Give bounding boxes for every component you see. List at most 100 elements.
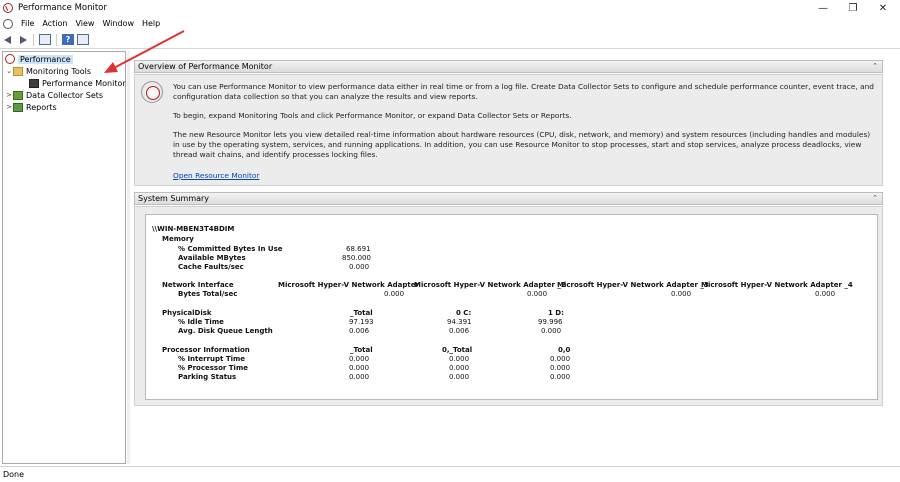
menu-window[interactable]: Window	[102, 19, 134, 28]
counter-value: 0.000	[550, 355, 571, 363]
overview-panel: You can use Performance Monitor to view …	[134, 74, 883, 186]
tree-item-monitoring-tools[interactable]: ⌄ Monitoring Tools	[5, 65, 91, 77]
counter-label: % Committed Bytes In Use	[178, 245, 283, 253]
collapse-icon[interactable]: ⌃	[871, 63, 879, 71]
tree-item-label: Performance Monitor	[42, 78, 126, 88]
chevron-right-icon[interactable]: >	[5, 103, 13, 111]
show-hide-tree-icon[interactable]	[39, 34, 51, 45]
toolbar: ?	[0, 31, 900, 49]
counter-value: 0.000	[349, 364, 370, 372]
counter-value: 0.000	[449, 373, 470, 381]
menu-action[interactable]: Action	[42, 19, 67, 28]
counter-label: % Idle Time	[178, 318, 224, 326]
counter-value: 0.000	[671, 290, 692, 298]
column-header: Microsoft Hyper-V Network Adapter	[278, 281, 419, 289]
menu-file[interactable]: File	[21, 19, 34, 28]
column-header: Microsoft Hyper-V Network Adapter _3	[557, 281, 709, 289]
system-summary-panel: \\WIN-MBEN3T4BDIM Memory % Committed Byt…	[134, 206, 883, 406]
data-collector-icon	[13, 90, 23, 100]
overview-paragraph: To begin, expand Monitoring Tools and cl…	[173, 111, 572, 120]
machine-name: \\WIN-MBEN3T4BDIM	[152, 225, 235, 233]
minimize-button[interactable]: —	[808, 0, 838, 16]
column-header: Microsoft Hyper-V Network Adapter _2	[414, 281, 566, 289]
system-menu-icon[interactable]	[3, 18, 13, 29]
counter-value: 0.000	[349, 263, 370, 271]
counter-label: % Interrupt Time	[178, 355, 246, 363]
counter-value: 97.193	[349, 318, 374, 326]
counter-label: % Processor Time	[178, 364, 248, 372]
column-header: _Total	[350, 309, 373, 317]
counter-value: 0.006	[449, 327, 470, 335]
system-summary-section-header[interactable]: System Summary ⌃	[134, 192, 883, 205]
navigation-tree: Performance ⌄ Monitoring Tools Performan…	[2, 51, 126, 464]
counter-value: 0.000	[815, 290, 836, 298]
collapse-icon[interactable]: ⌃	[871, 195, 879, 203]
counter-label: Cache Faults/sec	[178, 263, 244, 271]
system-summary-report: \\WIN-MBEN3T4BDIM Memory % Committed Byt…	[145, 214, 878, 400]
counter-label: Avg. Disk Queue Length	[178, 327, 273, 335]
counter-value: 0.000	[550, 364, 571, 372]
forward-arrow-icon[interactable]	[17, 34, 28, 45]
chevron-down-icon[interactable]: ⌄	[5, 67, 13, 75]
open-resource-monitor-link[interactable]: Open Resource Monitor	[173, 171, 259, 181]
tree-item-performance[interactable]: Performance	[5, 53, 73, 65]
counter-value: 0.000	[384, 290, 405, 298]
column-header: Microsoft Hyper-V Network Adapter _4	[701, 281, 853, 289]
overview-section-header[interactable]: Overview of Performance Monitor ⌃	[134, 60, 883, 73]
counter-value: 0.000	[349, 355, 370, 363]
counter-value: 0.006	[349, 327, 370, 335]
tree-item-label: Performance	[18, 54, 73, 64]
back-arrow-icon[interactable]	[3, 34, 14, 45]
network-title: Network Interface	[162, 281, 234, 289]
close-button[interactable]: ✕	[868, 0, 898, 16]
counter-label: Parking Status	[178, 373, 237, 381]
menu-help[interactable]: Help	[142, 19, 160, 28]
disk-title: PhysicalDisk	[162, 309, 212, 317]
toolbar-divider	[56, 33, 57, 46]
main-content: Overview of Performance Monitor ⌃ You ca…	[130, 51, 900, 464]
chevron-right-icon[interactable]: >	[5, 91, 13, 99]
restore-button[interactable]: ❐	[838, 0, 868, 16]
counter-value: 68.691	[346, 245, 371, 253]
performance-monitor-app-icon	[3, 3, 13, 13]
performance-icon	[5, 54, 15, 64]
counter-value: 0.000	[527, 290, 548, 298]
section-title: Overview of Performance Monitor	[138, 62, 273, 71]
overview-paragraph: The new Resource Monitor lets you view d…	[173, 130, 871, 159]
counter-value: 0.000	[550, 373, 571, 381]
column-header: _Total	[350, 346, 373, 354]
section-title: System Summary	[138, 194, 210, 203]
tree-item-performance-monitor[interactable]: Performance Monitor	[29, 77, 126, 89]
column-header: 1 D:	[548, 309, 564, 317]
overview-paragraph: You can use Performance Monitor to view …	[173, 82, 874, 101]
monitor-icon	[29, 78, 39, 88]
counter-value: 0.000	[349, 373, 370, 381]
menu-bar: File Action View Window Help	[0, 16, 900, 31]
toolbar-divider	[33, 33, 34, 46]
tree-item-label: Data Collector Sets	[26, 90, 104, 100]
help-icon[interactable]: ?	[62, 34, 74, 45]
menu-view[interactable]: View	[75, 19, 94, 28]
column-header: 0 C:	[456, 309, 472, 317]
counter-value: 94.391	[447, 318, 472, 326]
memory-title: Memory	[162, 235, 194, 243]
column-header: 0,_Total	[442, 346, 473, 354]
tree-item-label: Monitoring Tools	[26, 66, 92, 76]
reports-icon	[13, 102, 23, 112]
window-title: Performance Monitor	[18, 3, 107, 13]
tree-item-reports[interactable]: > Reports	[5, 101, 57, 113]
tree-item-data-collector-sets[interactable]: > Data Collector Sets	[5, 89, 103, 101]
folder-icon	[13, 66, 23, 76]
status-bar: Done	[0, 466, 900, 482]
counter-value: 0.000	[541, 327, 562, 335]
counter-value: 99.996	[538, 318, 563, 326]
tree-item-label: Reports	[26, 102, 57, 112]
processor-title: Processor Information	[162, 346, 250, 354]
properties-icon[interactable]	[77, 34, 89, 45]
counter-label: Available MBytes	[178, 254, 246, 262]
counter-value: 0.000	[449, 364, 470, 372]
column-header: 0,0	[558, 346, 571, 354]
title-bar: Performance Monitor — ❐ ✕	[0, 0, 900, 16]
performance-monitor-logo-icon	[141, 81, 163, 103]
counter-label: Bytes Total/sec	[178, 290, 238, 298]
